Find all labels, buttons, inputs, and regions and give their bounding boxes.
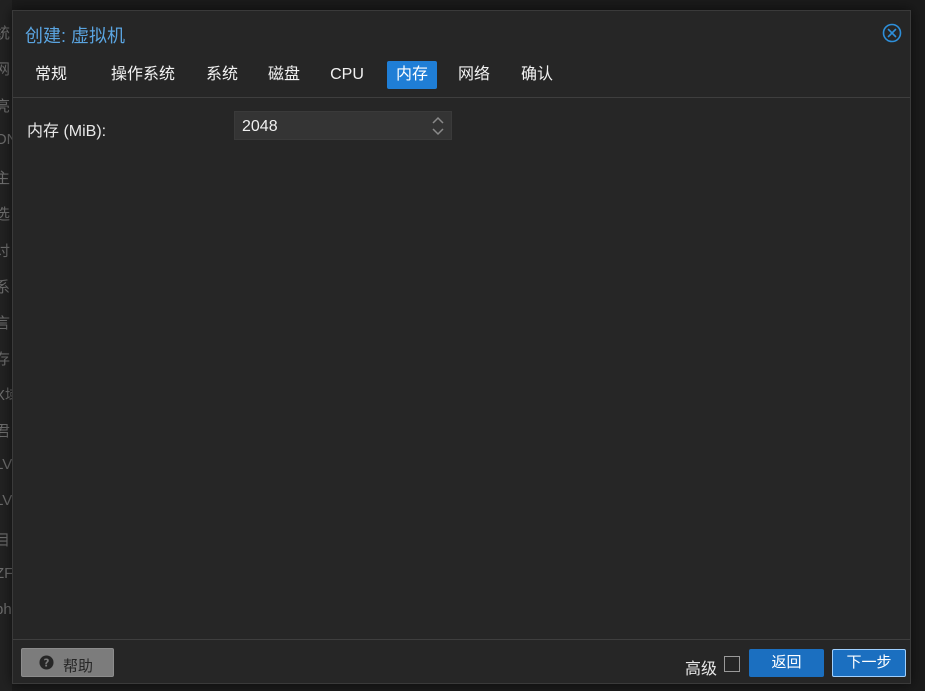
- help-button[interactable]: ? 帮助: [21, 648, 114, 677]
- bg-sidebar-fragment: 网: [0, 61, 11, 78]
- memory-spinner[interactable]: [431, 115, 445, 137]
- bg-sidebar-fragment: 目: [0, 532, 11, 549]
- bg-sidebar-fragment: ON: [0, 131, 12, 148]
- svg-text:?: ?: [44, 657, 50, 669]
- memory-field: [234, 111, 452, 141]
- bg-sidebar-fragment: 选: [0, 206, 11, 223]
- tab-cpu[interactable]: CPU: [320, 61, 374, 89]
- footer-divider: [13, 639, 910, 640]
- tab-memory[interactable]: 内存: [387, 61, 437, 89]
- tab-system[interactable]: 系统: [193, 61, 251, 89]
- bg-sidebar-fragment: LV: [0, 492, 12, 509]
- tab-os[interactable]: 操作系统: [101, 61, 185, 89]
- tab-confirm[interactable]: 确认: [512, 61, 562, 89]
- bg-sidebar-fragment: ZF: [0, 565, 12, 582]
- tab-divider: [13, 97, 910, 98]
- bg-sidebar-fragment: 统: [0, 25, 11, 42]
- memory-input[interactable]: [235, 112, 424, 141]
- close-button[interactable]: [882, 23, 902, 43]
- tab-disks[interactable]: 磁盘: [259, 61, 309, 89]
- bg-sidebar-fragment: 讨: [0, 243, 11, 260]
- bg-sidebar-fragment: ph: [0, 601, 12, 618]
- bg-sidebar-fragment: LV: [0, 456, 12, 473]
- background-sidebar: 统 网 亮 ON 主 选 讨 系 言 存 X域 君 LV LV 目 ZF ph …: [0, 0, 12, 691]
- bg-sidebar-fragment: 言: [0, 315, 11, 332]
- tab-network[interactable]: 网络: [449, 61, 499, 89]
- bg-sidebar-fragment: 亮: [0, 98, 11, 115]
- dialog-title: 创建: 虚拟机: [25, 26, 126, 46]
- help-label: 帮助: [63, 658, 94, 675]
- up-down-chevron-icon: [432, 116, 444, 136]
- advanced-checkbox[interactable]: [724, 656, 740, 672]
- create-vm-dialog: 创建: 虚拟机 常规 操作系统 系统 磁盘 CPU 内存 网络 确认 内存 (M…: [12, 10, 911, 684]
- circle-x-icon: [882, 23, 902, 43]
- bg-sidebar-fragment: 存: [0, 351, 11, 368]
- bg-sidebar-fragment: 君: [0, 423, 11, 440]
- question-circle-icon: ?: [39, 655, 54, 670]
- bg-sidebar-fragment: 主: [0, 170, 11, 187]
- bg-sidebar-fragment: 系: [0, 279, 11, 296]
- back-button[interactable]: 返回: [749, 649, 824, 677]
- advanced-label: 高级: [685, 661, 718, 678]
- tab-general[interactable]: 常规: [25, 61, 77, 89]
- memory-label: 内存 (MiB):: [27, 123, 107, 140]
- bg-sidebar-fragment: X域: [0, 387, 12, 404]
- next-button[interactable]: 下一步: [832, 649, 906, 677]
